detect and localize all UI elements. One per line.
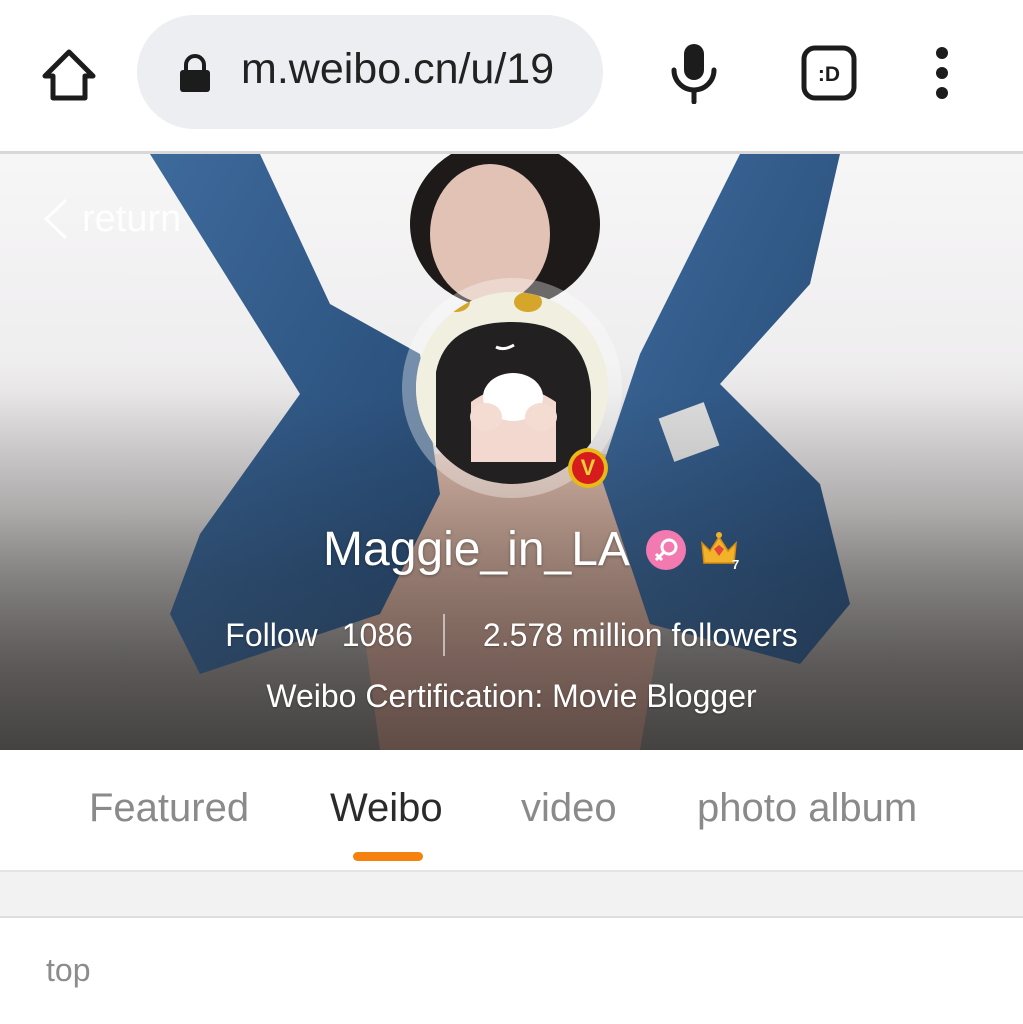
chevron-left-icon	[43, 198, 68, 240]
url-text[interactable]: m.weibo.cn/u/19	[241, 45, 591, 94]
certification-text: Weibo Certification: Movie Blogger	[266, 678, 757, 714]
profile-tabs: Featured Weibo video photo album	[0, 750, 1023, 870]
home-button[interactable]	[40, 46, 98, 104]
microphone-icon	[671, 44, 717, 105]
followers-count[interactable]: 2.578 million followers	[483, 617, 798, 654]
return-button[interactable]: return	[40, 194, 181, 244]
tab-photo-album[interactable]: photo album	[697, 786, 917, 831]
tab-switcher-icon: :D	[801, 45, 857, 101]
browser-toolbar: m.weibo.cn/u/19 :D	[0, 0, 1023, 154]
return-label: return	[82, 197, 182, 240]
voice-search-button[interactable]	[664, 42, 724, 105]
more-menu-button[interactable]	[922, 44, 962, 102]
follow-count[interactable]: 1086	[342, 617, 413, 654]
stats-row: Follow 1086 2.578 million followers	[0, 614, 1023, 656]
tab-featured[interactable]: Featured	[89, 786, 249, 831]
section-separator	[0, 870, 1023, 918]
username-row: Maggie_in_LA 7	[0, 522, 1023, 577]
active-tab-indicator	[353, 852, 423, 861]
tab-weibo[interactable]: Weibo	[330, 786, 443, 831]
lock-icon	[180, 54, 210, 92]
address-bar[interactable]: m.weibo.cn/u/19	[137, 15, 603, 129]
member-level: 7	[732, 557, 739, 571]
profile-banner: return V Maggie_in_LA 7 Follow 1086 2.57…	[0, 154, 1023, 750]
verified-badge: V	[568, 448, 608, 488]
pinned-section: top	[0, 920, 1023, 1024]
svg-text::D: :D	[818, 63, 840, 86]
female-icon	[645, 529, 686, 570]
more-vert-icon	[936, 47, 948, 99]
top-label: top	[46, 952, 91, 988]
stats-divider	[442, 614, 445, 656]
follow-label[interactable]: Follow	[225, 617, 317, 654]
home-icon	[42, 49, 96, 101]
tab-video[interactable]: video	[521, 786, 617, 831]
username: Maggie_in_LA	[323, 523, 630, 576]
tab-switcher-button[interactable]: :D	[800, 44, 858, 102]
crown-icon[interactable]: 7	[698, 529, 740, 571]
